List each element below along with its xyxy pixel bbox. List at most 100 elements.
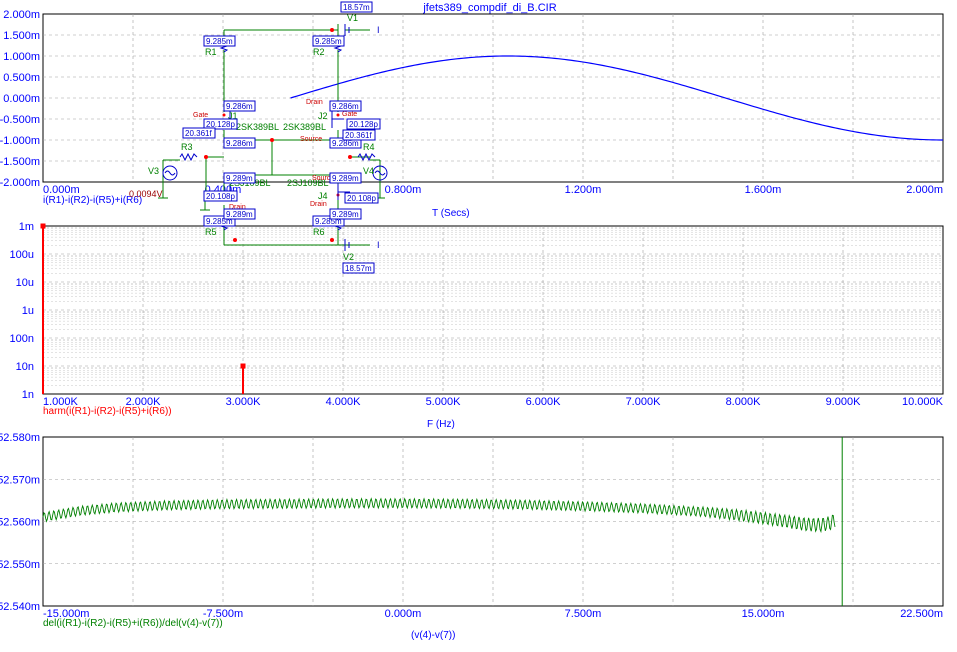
- svg-text:20.108p: 20.108p: [347, 194, 376, 203]
- analysis-window: jfets389_compdif_di_B.CIR 2.000m 1.500m 1.…: [0, 0, 957, 647]
- svg-text:18.57m: 18.57m: [345, 264, 372, 273]
- probe-box: 9.285m: [203, 35, 236, 47]
- pin-label-gate: Gate: [342, 111, 357, 118]
- svg-text:9.289m: 9.289m: [226, 174, 253, 183]
- node-dot: [222, 113, 226, 117]
- model-label-j1: 2SK389BL: [236, 122, 279, 132]
- svg-text:20.108p: 20.108p: [206, 192, 235, 201]
- part-label-r1: R1: [205, 47, 217, 57]
- x-tick-label: 8.000K: [726, 396, 762, 408]
- v1-battery-mark: I: [377, 25, 380, 35]
- y-tick-label: 52.550m: [0, 559, 40, 571]
- x-tick-label: 0.000m: [385, 608, 422, 620]
- part-label-r5: R5: [205, 227, 217, 237]
- probe-box: 9.286m: [329, 100, 362, 112]
- svg-text:20.361f: 20.361f: [345, 131, 372, 140]
- y-tick-label: 0.500m: [3, 72, 40, 84]
- x-tick-label: 10.000K: [902, 396, 944, 408]
- node-dot: [330, 28, 334, 32]
- svg-text:9.286m: 9.286m: [226, 102, 253, 111]
- y-tick-label: 52.580m: [0, 432, 40, 444]
- part-label-v3: V3: [148, 166, 159, 176]
- model-label-j2: 2SK389BL: [283, 122, 326, 132]
- harmonic-plot-grid: [42, 225, 944, 395]
- sweep-series-label: del(i(R1)-i(R2)-i(R5)+i(R6))/del(v(4)-v(…: [43, 618, 223, 629]
- x-tick-label: 0.800m: [385, 184, 422, 196]
- node-dot: [270, 138, 274, 142]
- probe-box: 9.285m: [312, 35, 345, 47]
- y-tick-label: 1u: [22, 305, 34, 317]
- x-tick-label: 5.000K: [426, 396, 462, 408]
- x-tick-label: 9.000K: [826, 396, 862, 408]
- y-tick-label: -1.000m: [0, 135, 40, 147]
- probe-box: 20.128p: [346, 118, 381, 130]
- y-tick-label: 52.540m: [0, 601, 40, 613]
- svg-text:9.289m: 9.289m: [332, 174, 359, 183]
- probe-box: 9.289m: [329, 208, 362, 220]
- y-tick-label: 0.000m: [3, 93, 40, 105]
- transient-x-axis-label: T (Secs): [432, 208, 470, 219]
- probe-box: 20.108p: [203, 190, 238, 202]
- y-tick-label: -0.500m: [0, 114, 40, 126]
- sine-icon: [164, 170, 176, 176]
- probe-box: 20.361f: [182, 127, 216, 139]
- y-tick-label: 10u: [16, 277, 34, 289]
- y-tick-label: 52.570m: [0, 474, 40, 486]
- probe-box: 9.289m: [329, 172, 362, 184]
- transient-plot-series: [290, 55, 944, 141]
- x-tick-label: 3.000K: [226, 396, 262, 408]
- y-tick-label: 1.500m: [3, 30, 40, 42]
- x-tick-label: 7.500m: [565, 608, 602, 620]
- svg-text:9.286m: 9.286m: [332, 102, 359, 111]
- pin-label-gate: Gate: [193, 112, 208, 119]
- node-voltage-readout: 0.0094V: [129, 189, 163, 199]
- r3-resistor: [179, 152, 198, 162]
- node-dot: [336, 113, 340, 117]
- node-dot: [330, 238, 334, 242]
- svg-text:20.128p: 20.128p: [349, 120, 378, 129]
- sweep-plot-ticks: 52.580m52.570m52.560m52.550m52.540m-15.0…: [0, 432, 943, 620]
- part-label-r2: R2: [313, 47, 325, 57]
- probe-box: 20.361f: [342, 129, 376, 141]
- y-tick-label: 1.000m: [3, 51, 40, 63]
- sweep-series-line: [42, 497, 836, 534]
- probe-box: 9.289m: [223, 208, 256, 220]
- harmonic-series-label: harm(i(R1)-i(R2)-i(R5)+i(R6)): [43, 406, 172, 417]
- part-label-r4: R4: [363, 142, 375, 152]
- x-tick-label: 22.500m: [900, 608, 943, 620]
- pin-label-source: Source: [300, 136, 322, 143]
- x-tick-label: 15.000m: [742, 608, 785, 620]
- y-tick-label: 2.000m: [3, 9, 40, 21]
- y-tick-label: 100u: [10, 249, 34, 261]
- harmonic-marker: [40, 223, 46, 229]
- x-tick-label: 2.000m: [906, 184, 943, 196]
- part-label-v4: V4: [363, 166, 374, 176]
- part-label-r3: R3: [181, 142, 193, 152]
- plot-canvas: jfets389_compdif_di_B.CIR 2.000m 1.500m 1.…: [0, 1, 944, 641]
- x-tick-label: 1.600m: [745, 184, 782, 196]
- v2-battery-mark: I: [377, 240, 380, 250]
- harmonic-marker: [240, 363, 246, 369]
- node-dot: [348, 155, 352, 159]
- harmonic-x-axis-label: F (Hz): [427, 419, 455, 430]
- svg-text:20.361f: 20.361f: [185, 129, 212, 138]
- svg-text:9.289m: 9.289m: [226, 210, 253, 219]
- sweep-x-axis-label: (v(4)-v(7)): [411, 630, 455, 641]
- y-tick-label: 100n: [10, 333, 34, 345]
- file-title: jfets389_compdif_di_B.CIR: [422, 2, 556, 14]
- probe-box: 9.286m: [223, 100, 256, 112]
- y-tick-label: 1m: [19, 221, 34, 233]
- transient-series-line: [290, 55, 944, 141]
- transient-plot-grid: [42, 13, 944, 183]
- svg-text:9.285m: 9.285m: [206, 37, 233, 46]
- part-label-r6: R6: [313, 227, 325, 237]
- probe-box: 18.57m: [342, 262, 375, 274]
- probe-box: 18.57m: [340, 1, 373, 13]
- pin-label-drain: Drain: [306, 99, 323, 106]
- svg-text:9.285m: 9.285m: [315, 37, 342, 46]
- y-tick-label: -1.500m: [0, 156, 40, 168]
- part-label-v2: V2: [343, 252, 354, 262]
- x-tick-label: 7.000K: [626, 396, 662, 408]
- probe-box: 9.286m: [223, 137, 256, 149]
- x-tick-label: 1.200m: [565, 184, 602, 196]
